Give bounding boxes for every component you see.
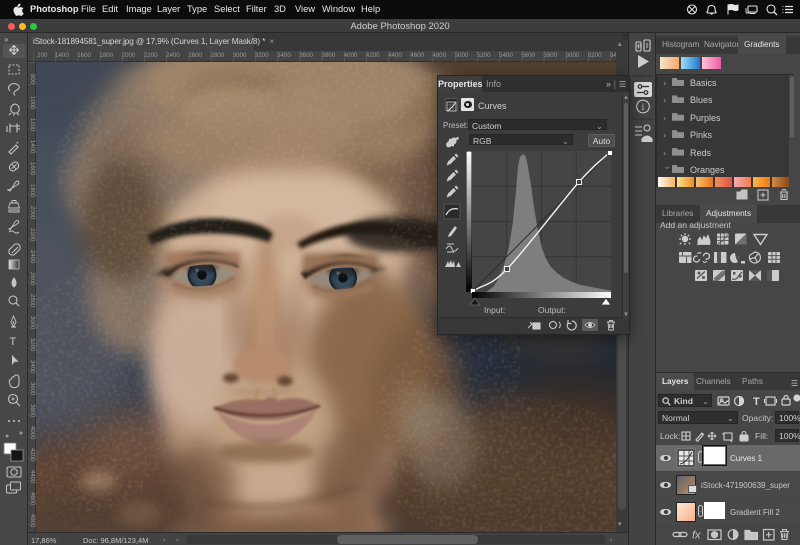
svg-text:T: T [10,336,17,348]
svg-text:i: i [642,102,645,112]
svg-text:»: » [4,35,9,44]
svg-text:T: T [753,396,760,408]
svg-text:fx: fx [692,530,701,542]
